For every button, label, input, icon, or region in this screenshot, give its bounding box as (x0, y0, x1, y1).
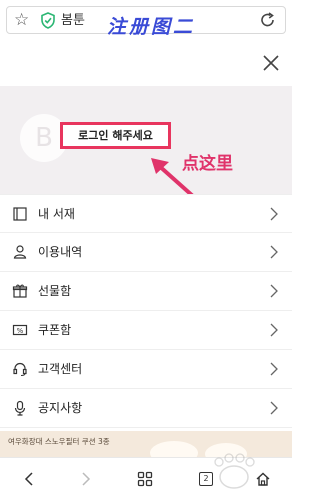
menu-item-label: 내 서재 (38, 207, 75, 221)
back-button[interactable] (16, 466, 42, 492)
menu-header (0, 42, 292, 86)
forward-button[interactable] (73, 466, 99, 492)
url-text[interactable]: 봄툰 (61, 12, 85, 29)
menu-item-label: 선물함 (38, 284, 72, 298)
grid-icon (137, 471, 153, 487)
banner-text: 여우화장대 스노우필터 쿠션 3종 (8, 437, 110, 446)
menu-grid-button[interactable] (132, 466, 158, 492)
chevron-right-icon (270, 284, 278, 298)
banner-product-image (150, 441, 198, 457)
reload-icon[interactable] (260, 11, 276, 29)
login-button[interactable]: 로그인 해주세요 (60, 122, 171, 149)
menu-item-label: 고객센터 (38, 362, 83, 376)
svg-text:%: % (17, 327, 24, 335)
menu-item-label: 쿠폰함 (38, 323, 72, 337)
profile-section: B 로그인 해주세요 点这里 (0, 86, 292, 194)
chevron-right-icon (270, 323, 278, 337)
menu-item-label: 이용내역 (38, 245, 83, 259)
menu-item-coupons[interactable]: % 쿠폰함 (0, 311, 292, 350)
chevron-right-icon (82, 472, 91, 486)
menu-item-library[interactable]: 내 서재 (0, 194, 292, 233)
footprint-watermark (214, 453, 255, 489)
menu-item-notices[interactable]: 공지사항 (0, 389, 292, 428)
menu-item-history[interactable]: 이용내역 (0, 233, 292, 272)
coupon-icon: % (12, 324, 28, 336)
chevron-right-icon (270, 245, 278, 259)
close-icon[interactable] (262, 54, 280, 72)
annotation-click-hint: 点这里 (182, 154, 233, 174)
person-icon (13, 245, 27, 259)
star-icon[interactable]: ☆ (14, 10, 29, 30)
menu-item-label: 공지사항 (38, 401, 83, 415)
menu-item-support[interactable]: 고객센터 (0, 350, 292, 389)
book-icon (13, 207, 27, 221)
chevron-right-icon (270, 362, 278, 376)
annotation-title: 注册图二 (107, 16, 196, 38)
menu-list: 내 서재 이용내역 선물함 % 쿠폰함 고객센터 공지사항 (0, 194, 292, 428)
headset-icon (13, 362, 27, 377)
chevron-left-icon (24, 472, 33, 486)
shield-icon (41, 12, 55, 29)
chevron-right-icon (270, 401, 278, 415)
chevron-right-icon (270, 207, 278, 221)
browser-top-bar: ☆ 봄툰 注册图二 (0, 0, 292, 42)
microphone-icon (14, 400, 26, 416)
menu-item-gifts[interactable]: 선물함 (0, 272, 292, 311)
gift-icon (12, 284, 28, 298)
